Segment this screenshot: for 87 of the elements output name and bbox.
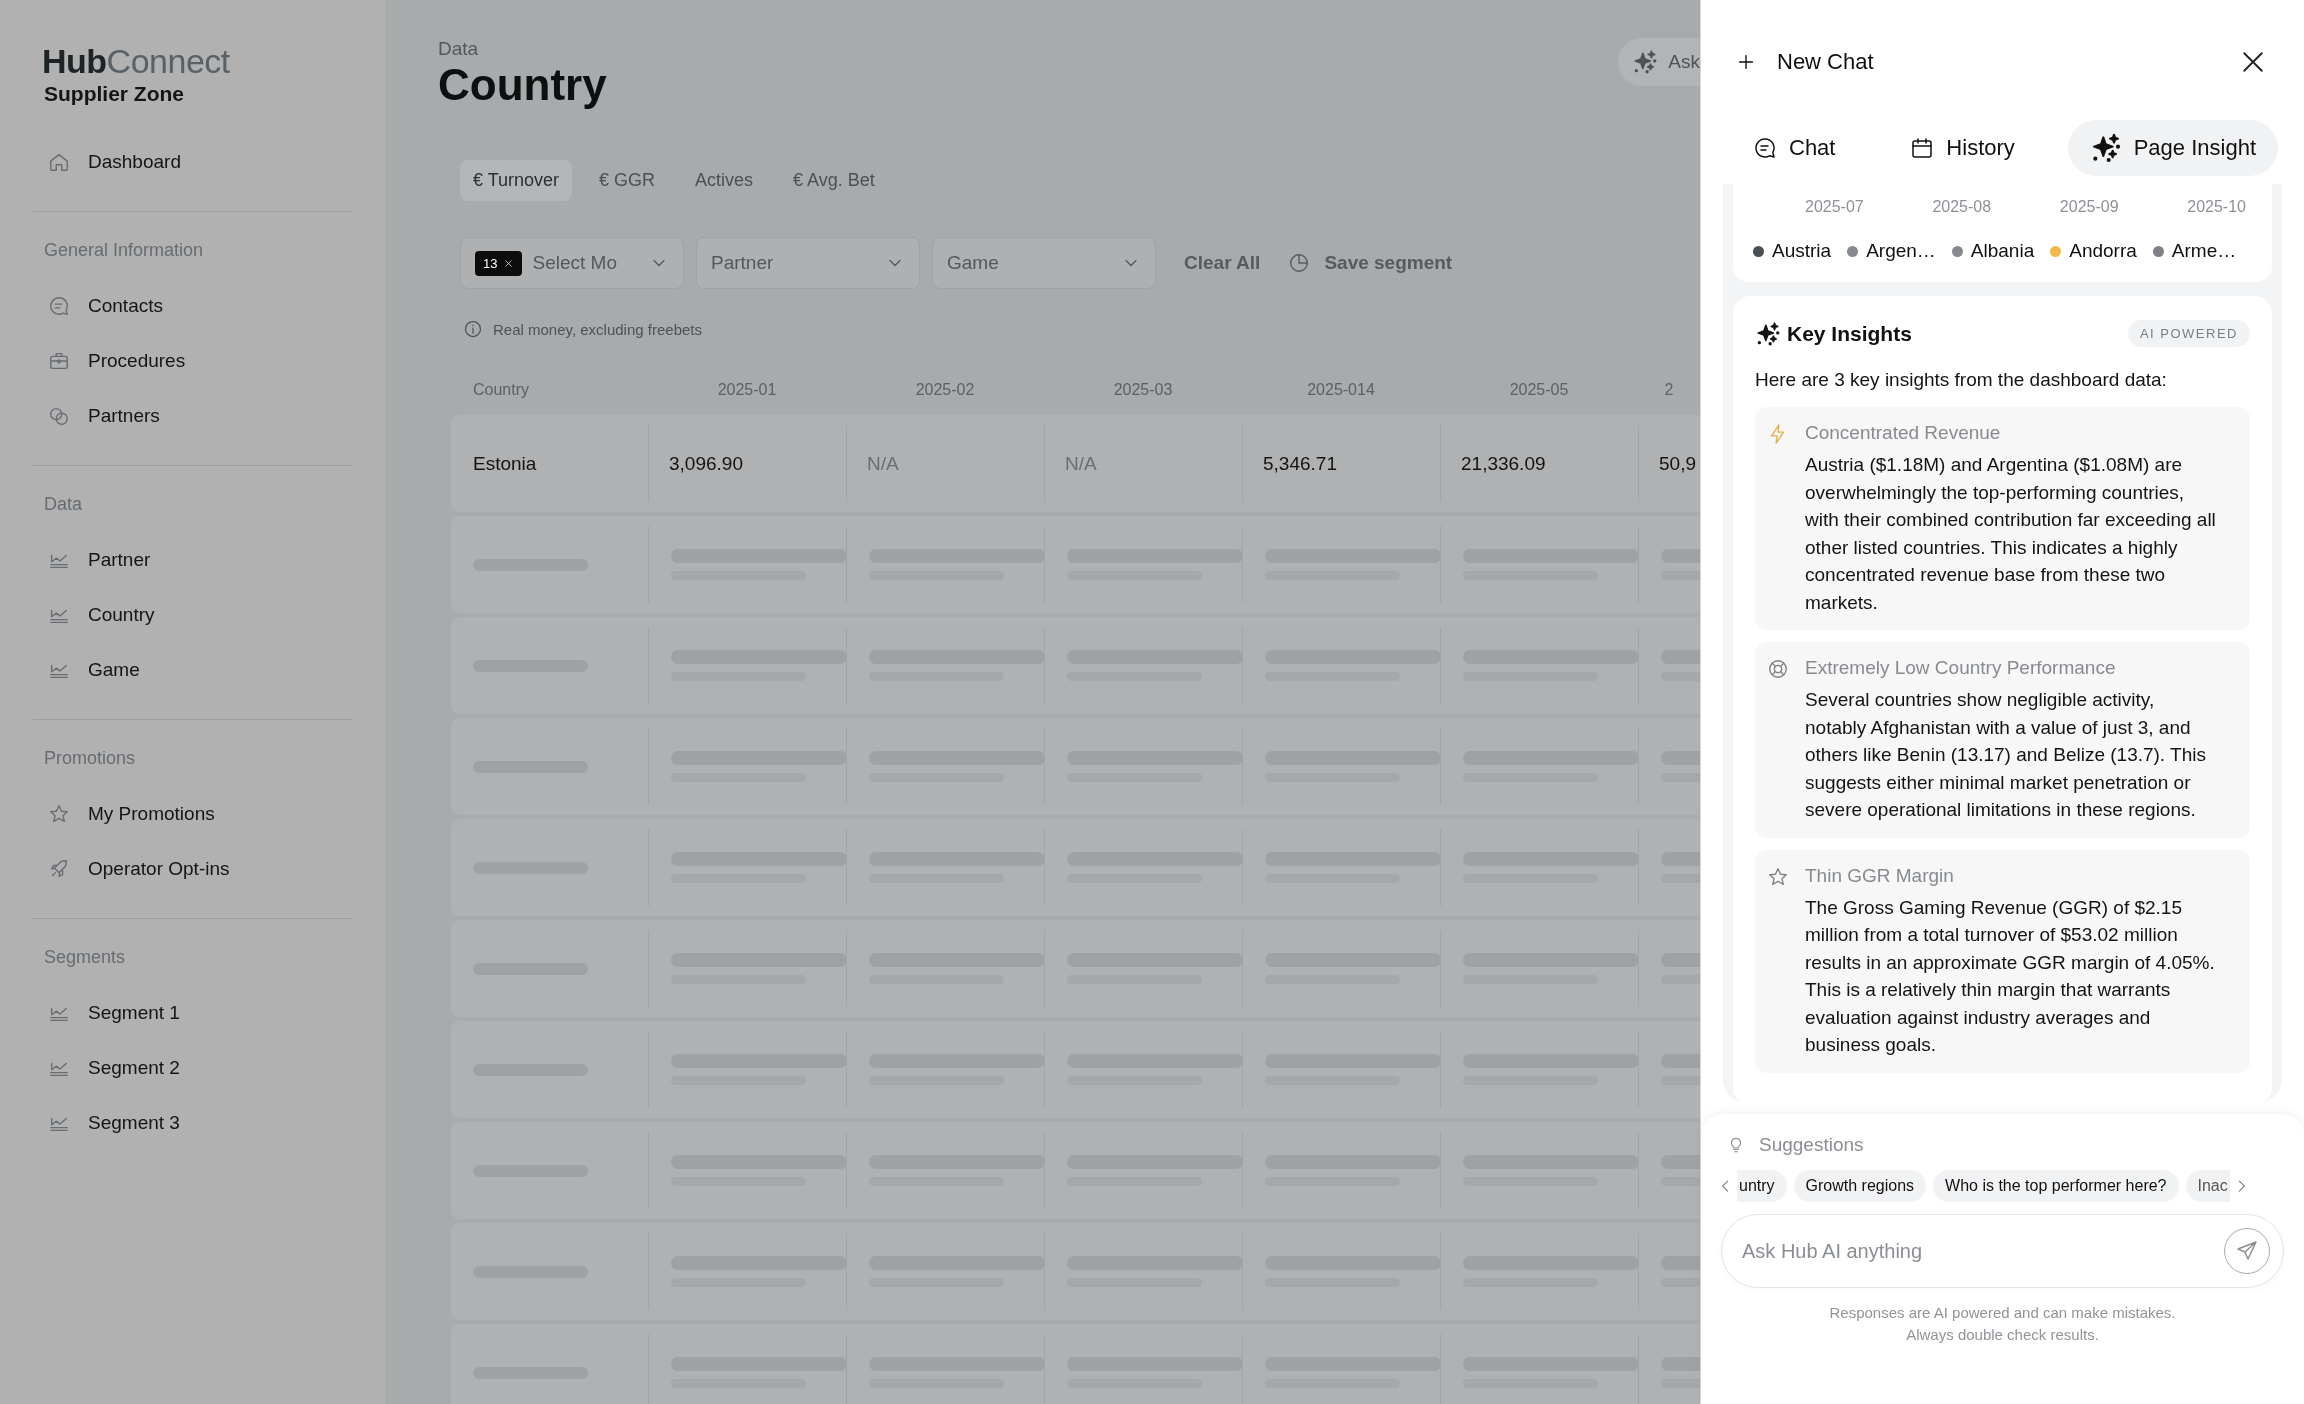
suggestion-chip[interactable]: Growth regions	[1793, 1170, 1927, 1202]
metric-tab[interactable]: € Turnover	[460, 160, 573, 201]
column-header: 2	[1663, 380, 1675, 400]
table-cell: N/A	[1044, 425, 1242, 502]
nav-item[interactable]: Segment 3	[33, 1095, 352, 1150]
nav-item[interactable]: Country	[33, 587, 352, 642]
card-title: Key Insights	[1787, 321, 1912, 346]
nav-item[interactable]: Partners	[33, 388, 352, 443]
metric-tab[interactable]: € GGR	[586, 160, 669, 201]
scroll-right-button[interactable]	[2236, 1178, 2246, 1194]
chat-bubble-icon	[1753, 136, 1777, 160]
suggestion-chip[interactable]: untry	[1737, 1170, 1787, 1202]
legend-label: Argen…	[1866, 240, 1936, 262]
legend-label: Austria	[1772, 240, 1832, 262]
column-header: 2025-014	[1306, 380, 1376, 400]
ask-ai-button[interactable]: Ask	[1618, 38, 1700, 86]
metric-tab[interactable]: Actives	[682, 160, 767, 201]
nav-item[interactable]: Partner	[33, 532, 352, 587]
disclaimer-text: Responses are AI powered and can make mistakes.	[1828, 1303, 2177, 1323]
column-header: 2025-05	[1508, 380, 1570, 400]
selected-count-chip[interactable]: 13	[475, 250, 523, 276]
column-header: Country	[472, 380, 531, 400]
table-cell: 5,346.71	[1242, 425, 1440, 502]
logo-subtitle: Supplier Zone	[44, 82, 185, 106]
column-header: 2025-03	[1112, 380, 1174, 400]
nav-item[interactable]: Game	[33, 642, 352, 697]
note-text: Real money, excluding freebets	[493, 320, 702, 338]
nav-item[interactable]: Segment 1	[33, 985, 352, 1040]
nav-section-title: Segments	[43, 946, 127, 968]
column-header: 2025-01	[716, 380, 778, 400]
axis-label: 2025-10	[2187, 198, 2246, 216]
axis-label: 2025-08	[1932, 198, 1992, 216]
nav-item[interactable]: Operator Opt-ins	[33, 841, 352, 896]
nav-section-title: Data	[43, 493, 84, 515]
panel-tab[interactable]: Chat	[1731, 120, 1858, 176]
column-header: 2025-02	[914, 380, 976, 400]
insight-text: The Gross Gaming Revenue (GGR) of $2.15 million from a total turnover of $53.02 million results in an approximate GGR margin of 4.05%. This is a relatively thin margin that warrants evaluation against industry averages and business goals.	[1805, 895, 2216, 1057]
calendar-icon	[1910, 136, 1935, 160]
chevron-right-icon	[2236, 1178, 2246, 1194]
send-icon	[2235, 1239, 2259, 1263]
ai-powered-badge: AI POWERED	[2127, 320, 2250, 347]
nav-section-title: General Information	[43, 239, 205, 261]
breadcrumb: Data	[438, 38, 480, 60]
legend-label: Albania	[1970, 240, 2035, 262]
nav-item[interactable]: Dashboard	[33, 134, 352, 189]
table-cell-text: Estonia	[472, 451, 538, 476]
legend-label: Arme…	[2171, 240, 2237, 262]
panel-tab[interactable]: History	[1888, 120, 2037, 176]
legend-label: Andorra	[2069, 240, 2137, 262]
lifebuoy-icon	[1767, 658, 1789, 680]
insight-title: Extremely Low Country Performance	[1805, 656, 2117, 680]
page-title: Country	[438, 60, 607, 110]
rocket-icon	[48, 857, 70, 880]
chat-input[interactable]: Ask Hub AI anything	[1721, 1214, 2284, 1288]
logo: HubConnect	[42, 42, 231, 80]
insight-title: Concentrated Revenue	[1805, 421, 2002, 445]
remove-icon	[503, 257, 515, 269]
intro-text: Here are 3 key insights from the dashboard data:	[1755, 369, 2168, 391]
month-select[interactable]: 13 Select Mo	[460, 237, 684, 289]
table-cell: 21,336.09	[1440, 425, 1638, 502]
insight-title: Thin GGR Margin	[1805, 863, 1955, 888]
suggestion-chip[interactable]: Who is the top performer here?	[1933, 1170, 2179, 1202]
nav-item[interactable]: Procedures	[33, 333, 352, 388]
chevron-left-icon	[1721, 1178, 1730, 1194]
suggestions-label: Suggestions	[1759, 1134, 1864, 1156]
new-chat-button[interactable]: New Chat	[1735, 49, 1874, 75]
axis-label: 2025-09	[2059, 198, 2119, 216]
suggestion-chip[interactable]: Inac	[2185, 1170, 2230, 1202]
info-icon	[463, 319, 483, 339]
nav-item[interactable]: Contacts	[33, 278, 352, 333]
insight-text: Several countries show negligible activity, notably Afghanistan with a value of just 3, and others like Benin (13.17) and Belize (13.7). This suggests either minimal market penetration or severe operational limitations in these regions.	[1805, 688, 2207, 822]
nav-item[interactable]: Segment 2	[33, 1040, 352, 1095]
nav-item[interactable]: My Promotions	[33, 786, 352, 841]
insight-text: Austria ($1.18M) and Argentina ($1.08M) are overwhelmingly the top-performing countries, with their combined contribution far exceeding all other listed countries. This indicates a highly concentrated revenue base from these two markets.	[1805, 453, 2217, 615]
sparkle-icon	[1755, 320, 1781, 347]
scroll-left-button[interactable]	[1721, 1178, 1730, 1194]
table-cell: N/A	[846, 425, 1044, 502]
sparkle-icon	[1632, 49, 1659, 75]
table-cell: 3,096.90	[648, 425, 846, 502]
disclaimer-text: Always double check results.	[1905, 1325, 2100, 1345]
axis-label: 2025-07	[1805, 198, 1864, 216]
star-icon	[1767, 865, 1789, 888]
clock-icon	[1288, 252, 1311, 274]
panel-tab[interactable]: Page Insight	[2067, 120, 2278, 176]
chat-bubble-icon	[48, 294, 70, 317]
star-icon	[48, 802, 70, 825]
nav-section-title: Promotions	[43, 747, 137, 769]
